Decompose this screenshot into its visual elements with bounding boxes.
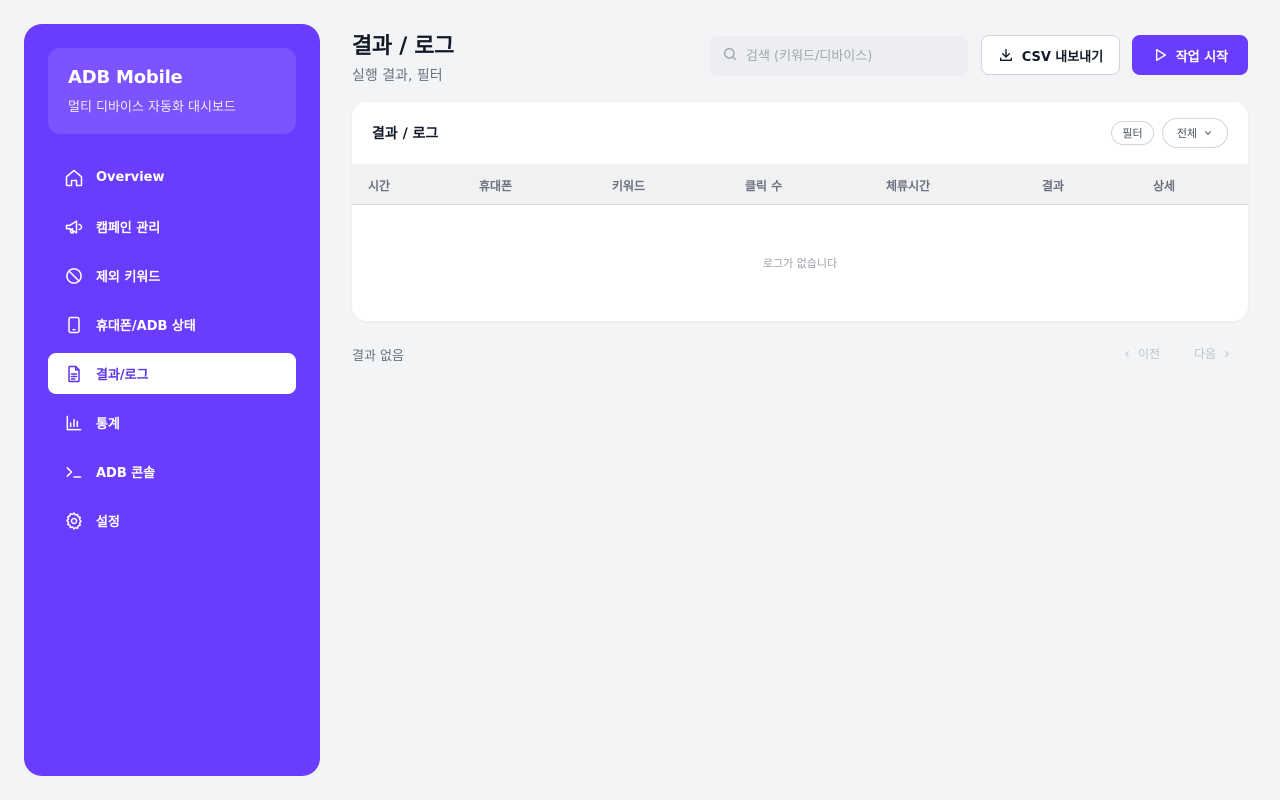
column-header-keyword[interactable]: 키워드 [612, 177, 645, 194]
terminal-icon [64, 462, 84, 482]
column-header-detail[interactable]: 상세 [1153, 177, 1175, 194]
brand-title: ADB Mobile [68, 67, 183, 88]
sidebar-item-label: Overview [96, 170, 165, 185]
csv-export-button[interactable]: CSV 내보내기 [981, 35, 1120, 75]
table-header: 시간 휴대폰 키워드 클릭 수 체류시간 결과 상세 [352, 164, 1248, 205]
search-icon [722, 46, 738, 66]
gear-icon [64, 511, 84, 531]
page-subtitle: 실행 결과, 필터 [352, 68, 443, 84]
play-icon [1152, 47, 1176, 63]
sidebar-item-statistics[interactable]: 통계 [48, 402, 296, 443]
sidebar-item-overview[interactable]: Overview [48, 157, 296, 198]
page-title: 결과 / 로그 [352, 34, 455, 59]
sidebar-item-results-logs[interactable]: 결과/로그 [48, 353, 296, 394]
filter-badge: 필터 [1111, 121, 1154, 145]
search-input[interactable] [746, 48, 946, 64]
column-header-result[interactable]: 결과 [1042, 177, 1064, 194]
megaphone-icon [64, 217, 84, 237]
chevron-left-icon [1122, 349, 1138, 359]
download-icon [998, 47, 1022, 63]
sidebar: ADB Mobile 멀티 디바이스 자동화 대시보드 Overview 캠페인… [24, 24, 320, 776]
result-filter-select[interactable]: 전체 [1162, 118, 1228, 148]
empty-state-text: 로그가 없습니다 [762, 257, 838, 270]
sidebar-item-label: 결과/로그 [96, 368, 149, 383]
brand-block: ADB Mobile 멀티 디바이스 자동화 대시보드 [48, 48, 296, 134]
sidebar-item-label: 설정 [96, 515, 120, 530]
pagination-next-label: 다음 [1194, 347, 1217, 361]
select-value: 전체 [1176, 127, 1198, 140]
result-count: 결과 없음 [352, 349, 404, 364]
column-header-clicks[interactable]: 클릭 수 [745, 177, 782, 194]
column-header-dwell-time[interactable]: 체류시간 [886, 177, 930, 194]
bar-chart-icon [64, 413, 84, 433]
card-title: 결과 / 로그 [372, 126, 439, 142]
sidebar-item-label: 휴대폰/ADB 상태 [96, 319, 196, 334]
pagination-prev-label: 이전 [1138, 347, 1161, 361]
pagination-prev-button[interactable]: 이전 [1122, 345, 1160, 362]
search-box[interactable] [710, 36, 968, 76]
results-card: 결과 / 로그 필터 전체 시간 휴대폰 키워드 클릭 수 체류시간 결과 상세… [352, 102, 1248, 321]
document-icon [64, 364, 84, 384]
sidebar-item-label: 통계 [96, 417, 120, 432]
csv-export-label: CSV 내보내기 [1021, 49, 1104, 65]
sidebar-item-adb-console[interactable]: ADB 콘솔 [48, 451, 296, 492]
column-header-time[interactable]: 시간 [368, 177, 390, 194]
start-job-button[interactable]: 작업 시작 [1132, 35, 1248, 75]
sidebar-nav: Overview 캠페인 관리 제외 키워드 휴대폰/ADB 상태 결과/로그 [48, 157, 296, 541]
sidebar-item-label: 캠페인 관리 [96, 221, 161, 236]
home-icon [64, 168, 84, 188]
chevron-down-icon [1197, 128, 1213, 138]
sidebar-item-settings[interactable]: 설정 [48, 500, 296, 541]
sidebar-item-device-status[interactable]: 휴대폰/ADB 상태 [48, 304, 296, 345]
chevron-right-icon [1216, 349, 1232, 359]
brand-subtitle: 멀티 디바이스 자동화 대시보드 [68, 100, 236, 115]
sidebar-item-label: 제외 키워드 [96, 270, 161, 285]
ban-icon [64, 266, 84, 286]
smartphone-icon [64, 315, 84, 335]
column-header-phone[interactable]: 휴대폰 [479, 177, 512, 194]
start-job-label: 작업 시작 [1175, 49, 1229, 65]
sidebar-item-label: ADB 콘솔 [96, 466, 156, 481]
pagination-next-button[interactable]: 다음 [1194, 345, 1232, 362]
sidebar-item-excluded-keywords[interactable]: 제외 키워드 [48, 255, 296, 296]
sidebar-item-campaigns[interactable]: 캠페인 관리 [48, 206, 296, 247]
